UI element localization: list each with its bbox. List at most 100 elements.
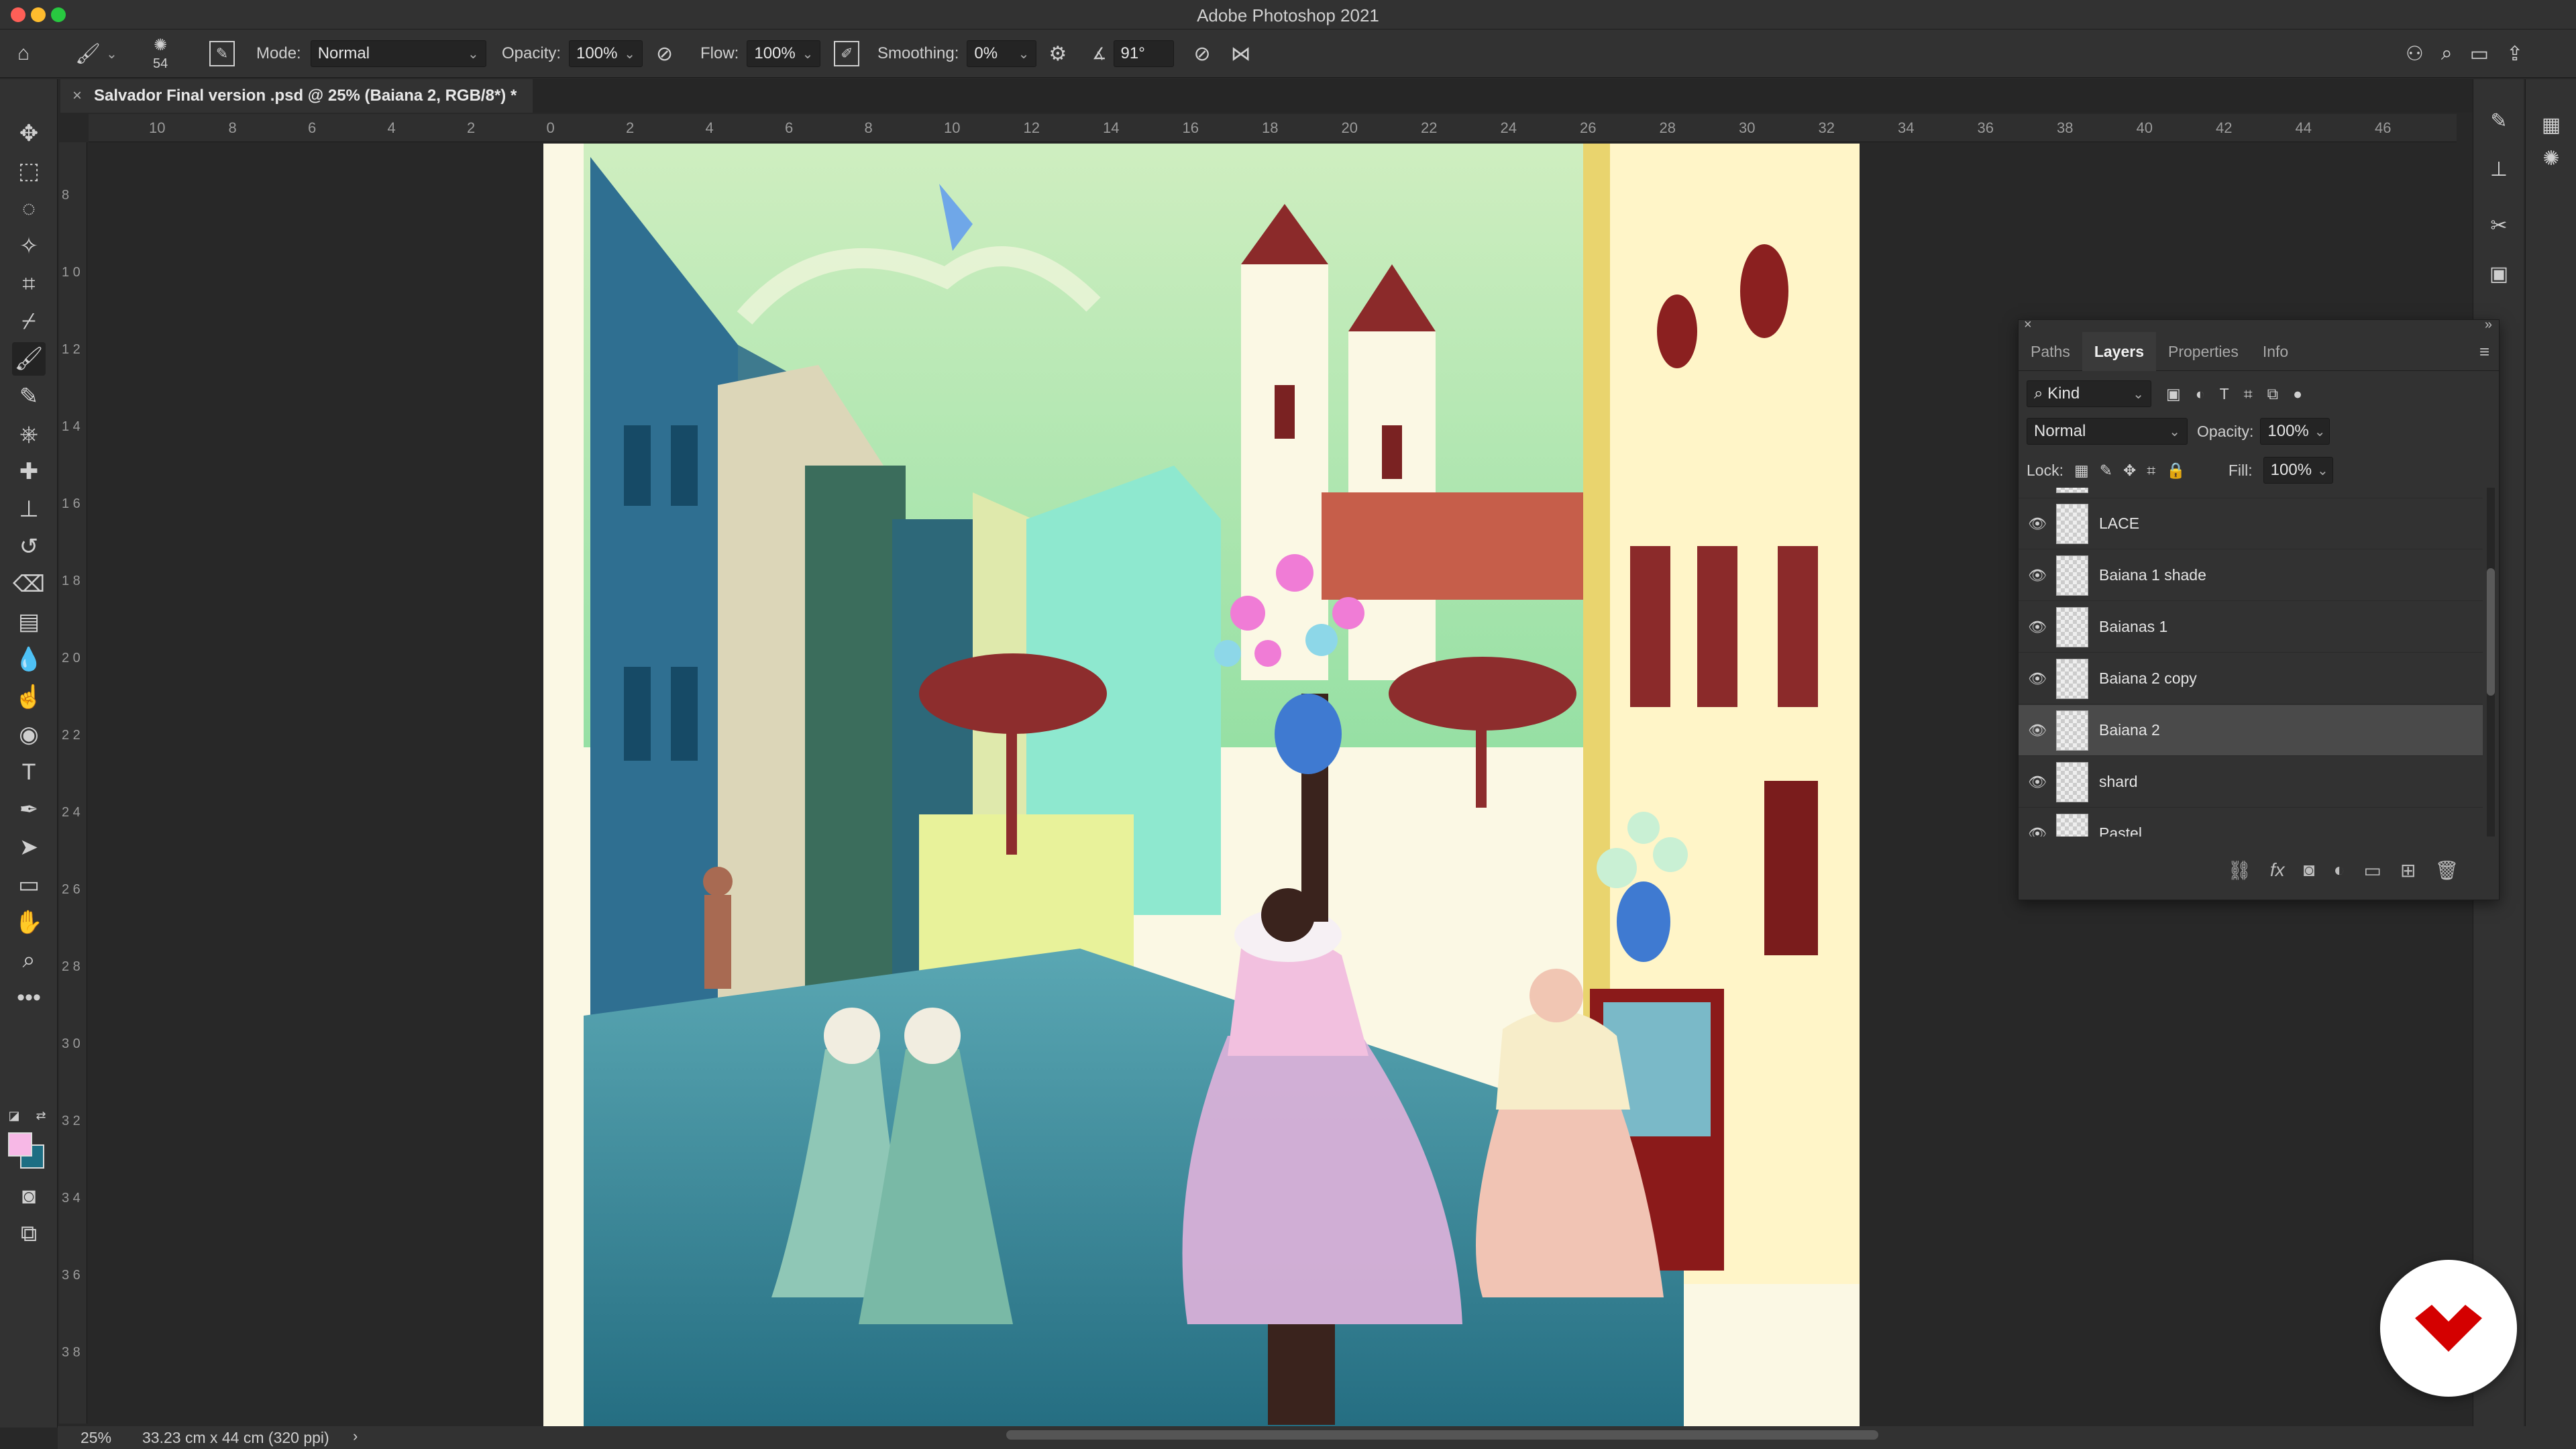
eyedropper-tool[interactable]: ⌿: [12, 305, 46, 338]
rectangle-tool[interactable]: ▭: [12, 868, 46, 902]
hand-tool[interactable]: ✋: [12, 906, 46, 939]
foreground-color-swatch[interactable]: [8, 1132, 32, 1157]
layer-list-scrollbar[interactable]: [2487, 488, 2495, 837]
mode-select[interactable]: Normal ⌄: [310, 40, 486, 67]
history-brush-tool[interactable]: ↺: [12, 530, 46, 564]
blend-mode-select[interactable]: Normal ⌄: [2027, 418, 2188, 445]
zoom-tool[interactable]: ⌕: [12, 943, 46, 977]
new-group-icon[interactable]: ▭: [2364, 859, 2381, 881]
tool-preset-picker[interactable]: 🖌 ⌄: [75, 30, 117, 78]
pressure-size-icon[interactable]: ⊘: [1194, 42, 1211, 66]
panel-collapse-icon[interactable]: »: [2485, 317, 2492, 333]
home-button[interactable]: ⌂: [17, 30, 30, 78]
marquee-tool[interactable]: ⬚: [12, 154, 46, 188]
angle-input[interactable]: 91°: [1113, 40, 1174, 67]
panel-close-icon[interactable]: ×: [2024, 317, 2032, 333]
horizontal-ruler[interactable]: 10 8 6 4 2 0 2 4 6 8 10 12 14 16 18 20 22 24 26 28 30 32 34 36 3…: [89, 114, 2457, 142]
close-tab-icon[interactable]: ×: [72, 87, 82, 105]
layer-row[interactable]: 👁 Baiana 2 copy: [2019, 653, 2483, 704]
blur-tool[interactable]: 💧: [12, 643, 46, 676]
layer-row[interactable]: 👁 Pastel: [2019, 808, 2483, 837]
filter-type-icon[interactable]: T: [2220, 385, 2229, 403]
layer-row-partial[interactable]: [2019, 488, 2483, 498]
visibility-eye-icon[interactable]: 👁: [2019, 722, 2056, 739]
status-expand-icon[interactable]: ›: [353, 1428, 358, 1445]
visibility-eye-icon[interactable]: 👁: [2019, 515, 2056, 533]
workspace-icon[interactable]: ▭: [2470, 42, 2489, 66]
lock-all-icon[interactable]: 🔒: [2166, 462, 2186, 480]
pencil-tool[interactable]: ✎: [12, 380, 46, 413]
lock-image-icon[interactable]: ✎: [2100, 462, 2112, 480]
adjustments-icon[interactable]: ✺: [2536, 144, 2566, 173]
filter-kind-select[interactable]: ⌕ Kind ⌄: [2027, 380, 2151, 407]
flow-input[interactable]: 100% ⌄: [747, 40, 821, 67]
magic-wand-tool[interactable]: ✧: [12, 229, 46, 263]
horizontal-scrollbar[interactable]: [1006, 1430, 1878, 1440]
default-colors-icon[interactable]: ◪: [4, 1106, 24, 1126]
vertical-ruler[interactable]: 8 1 0 1 2 1 4 1 6 1 8 2 0 2 2 2 4 2 6 2 8 3 0 3 2 3 4…: [59, 142, 87, 1424]
layer-row[interactable]: 👁 Baiana 2: [2019, 705, 2483, 756]
brush-tool[interactable]: 🖌: [12, 342, 46, 376]
quick-mask-button[interactable]: ◙: [12, 1179, 46, 1213]
layer-row[interactable]: 👁 shard: [2019, 757, 2483, 808]
opacity-input[interactable]: 100% ⌄: [569, 40, 643, 67]
clone-tool[interactable]: ⎈: [12, 417, 46, 451]
visibility-eye-icon[interactable]: 👁: [2019, 567, 2056, 584]
brush-settings-icon[interactable]: ✎: [2484, 106, 2514, 136]
more-tools[interactable]: •••: [12, 981, 46, 1014]
tool-presets-icon[interactable]: ✂: [2484, 211, 2514, 240]
filter-adjustment-icon[interactable]: ◐: [2196, 385, 2205, 403]
gear-icon[interactable]: ⚙: [1049, 42, 1067, 66]
swatches-icon[interactable]: ▦: [2536, 110, 2566, 140]
type-tool[interactable]: T: [12, 755, 46, 789]
airbrush-icon[interactable]: ✐: [834, 41, 860, 66]
visibility-eye-icon[interactable]: 👁: [2019, 825, 2056, 837]
lasso-tool[interactable]: ◌: [12, 192, 46, 225]
smoothing-input[interactable]: 0% ⌄: [967, 40, 1037, 67]
link-layers-icon[interactable]: ⛓: [2227, 859, 2251, 881]
layer-row[interactable]: 👁 Baiana 1 shade: [2019, 550, 2483, 601]
visibility-eye-icon[interactable]: 👁: [2019, 670, 2056, 688]
tab-layers[interactable]: Layers: [2082, 332, 2156, 371]
fill-input[interactable]: 100% ⌄: [2263, 457, 2333, 484]
trash-icon[interactable]: 🗑: [2434, 859, 2459, 881]
adjustment-layer-icon[interactable]: ◐: [2334, 859, 2345, 881]
layer-opacity-input[interactable]: 100% ⌄: [2260, 418, 2330, 445]
pressure-opacity-icon[interactable]: ⊘: [656, 42, 673, 66]
add-mask-icon[interactable]: ◙: [2304, 859, 2315, 881]
dodge-tool[interactable]: ◉: [12, 718, 46, 751]
panel-menu-icon[interactable]: ≡: [2479, 341, 2489, 362]
crop-tool[interactable]: ⌗: [12, 267, 46, 301]
screen-mode-button[interactable]: ⧉: [12, 1217, 46, 1250]
history-icon[interactable]: ▣: [2484, 259, 2514, 288]
document-tab[interactable]: × Salvador Final version .psd @ 25% (Bai…: [60, 79, 533, 113]
search-icon[interactable]: ⌕: [2441, 42, 2453, 65]
filter-pixel-icon[interactable]: ▣: [2166, 385, 2181, 403]
filter-smart-object-icon[interactable]: ⧉: [2267, 385, 2278, 403]
move-tool[interactable]: ✥: [12, 117, 46, 150]
lock-artboard-icon[interactable]: ⌗: [2147, 462, 2155, 480]
lock-transparent-icon[interactable]: ▦: [2074, 462, 2089, 480]
symmetry-icon[interactable]: ⋈: [1231, 42, 1251, 66]
stamp-tool[interactable]: ⊥: [12, 492, 46, 526]
filter-shape-icon[interactable]: ⌗: [2244, 385, 2253, 403]
smudge-tool[interactable]: ☝: [12, 680, 46, 714]
fx-icon[interactable]: fx: [2270, 859, 2285, 881]
zoom-level[interactable]: 25%: [80, 1429, 111, 1447]
tab-paths[interactable]: Paths: [2019, 332, 2082, 371]
pen-tool[interactable]: ✒: [12, 793, 46, 826]
tab-properties[interactable]: Properties: [2156, 332, 2251, 371]
visibility-eye-icon[interactable]: 👁: [2019, 773, 2056, 791]
brush-size-picker[interactable]: ✺ 54: [153, 30, 168, 78]
layer-row[interactable]: 👁 LACE: [2019, 498, 2483, 549]
tab-info[interactable]: Info: [2251, 332, 2300, 371]
new-layer-icon[interactable]: ⊞: [2400, 859, 2416, 881]
brush-settings-toggle[interactable]: ✎: [209, 30, 235, 78]
eraser-tool[interactable]: ⌫: [12, 568, 46, 601]
filter-toggle-icon[interactable]: ●: [2293, 385, 2302, 403]
path-selection-tool[interactable]: ➤: [12, 830, 46, 864]
visibility-eye-icon[interactable]: 👁: [2019, 619, 2056, 636]
layer-row[interactable]: 👁 Baianas 1: [2019, 602, 2483, 653]
swap-colors-icon[interactable]: ⇄: [31, 1106, 51, 1126]
clone-source-icon[interactable]: ⊥: [2484, 154, 2514, 184]
